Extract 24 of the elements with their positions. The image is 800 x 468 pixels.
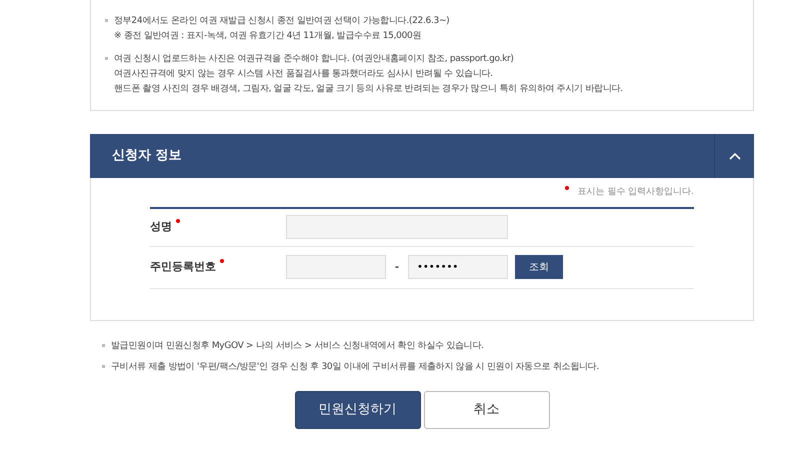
notice-text: 정부24에서도 온라인 여권 재발급 신청시 종전 일반여권 선택이 가능합니다.(22.6.3~) xyxy=(114,15,450,28)
input-field[interactable] xyxy=(286,255,386,279)
bullet-icon xyxy=(102,344,105,347)
notice-text: ※ 종전 일반여권 : 표지-녹색, 여권 유효기간 4년 11개월, 발급수수료 15,000원 xyxy=(114,30,422,43)
chevron-icon xyxy=(728,152,740,160)
notice-text: 여권사진규격에 맞지 않는 경우 시스템 사전 품질검사를 통과했더라도 심사시 반려될 수 있습니다. xyxy=(114,68,494,81)
cancel-button[interactable]: 취소 xyxy=(424,391,550,429)
panel-title: 신청자 정보 xyxy=(111,147,183,166)
bullet-icon xyxy=(102,365,105,368)
field-label: 성명 xyxy=(150,220,172,233)
note-text: 구비서류 제출 방법이 '우편/팩스/방문'인 경우 신청 후 30일 이내에 구비서류를 제출하지 않을 시 민원이 자동으로 취소됩니다. xyxy=(111,361,599,374)
notice-text: 여권 신청시 업로드하는 사진은 여권규격을 준수해야 합니다. (여권안내홈페이지 참조, passport.go.kr) xyxy=(114,53,515,66)
bullet-icon xyxy=(105,19,108,22)
submit-button[interactable]: 민원신청하기 xyxy=(294,391,420,429)
required-icon xyxy=(565,186,570,190)
password-field[interactable]: ••••••• xyxy=(408,255,508,279)
input-field[interactable] xyxy=(286,215,508,239)
required-note: 표시는 필수 입력사항입니다. xyxy=(577,187,694,197)
notice-text: 핸드폰 촬영 사진의 경우 배경색, 그림자, 얼굴 각도, 얼굴 크기 등의 사유로 반려되는 경우가 많으니 특히 유의하여 주시기 바랍니다. xyxy=(114,83,623,96)
note-text: 발급민원이며 민원신청후 MyGOV > 나의 서비스 > 서비스 신청내역에서 확인 하실수 있습니다. xyxy=(111,340,484,353)
separator: - xyxy=(394,260,400,274)
bullet-icon xyxy=(105,57,108,60)
field-label: 주민등록번호 xyxy=(150,260,216,273)
lookup-button[interactable]: 조회 xyxy=(515,255,563,279)
